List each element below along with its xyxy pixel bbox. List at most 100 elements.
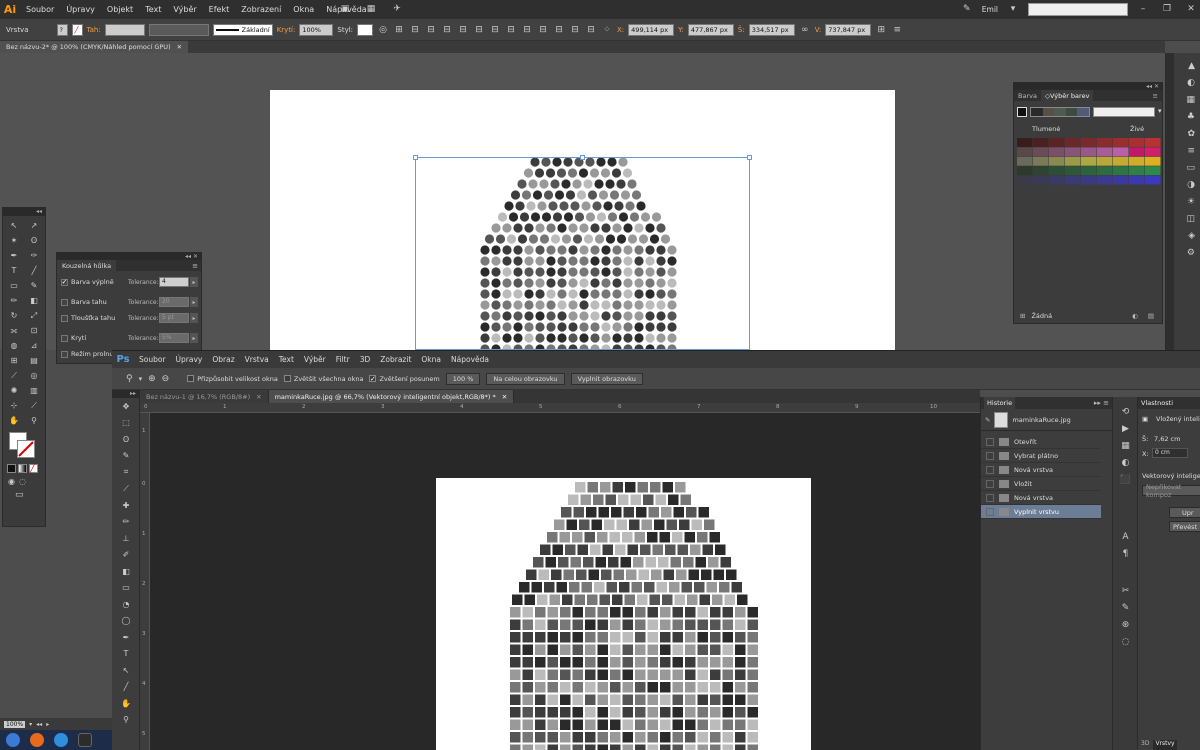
curvature-tool-icon[interactable]: ✑ bbox=[24, 248, 44, 263]
history-source-box[interactable] bbox=[986, 507, 994, 516]
color-variation-swatch[interactable] bbox=[1033, 147, 1049, 157]
selection-handle[interactable] bbox=[580, 155, 585, 160]
direct-selection-tool-icon[interactable]: ↗ bbox=[24, 218, 44, 233]
ps-menu-vyber[interactable]: Výběr bbox=[299, 355, 331, 364]
panel-collapse-icon[interactable]: ◂◂ ✕ bbox=[1014, 83, 1162, 90]
eyedropper-tool-icon[interactable]: ⟋ bbox=[4, 368, 24, 383]
color-variation-swatch[interactable] bbox=[1017, 175, 1033, 185]
scrubby-zoom-checkbox[interactable]: ✓ Zvětšení posunem bbox=[369, 375, 440, 383]
ps-menu-upravy[interactable]: Úpravy bbox=[171, 355, 208, 364]
color-variation-swatch[interactable] bbox=[1097, 156, 1113, 166]
panel-collapse-icon[interactable]: ◂◂ ✕ bbox=[57, 253, 201, 260]
color-variation-swatch[interactable] bbox=[1145, 175, 1161, 185]
width-field[interactable]: 334,517 px bbox=[748, 23, 795, 36]
ps-menu-okna[interactable]: Okna bbox=[416, 355, 446, 364]
ai-menu-efekt[interactable]: Efekt bbox=[203, 5, 236, 14]
color-variation-swatch[interactable] bbox=[1033, 156, 1049, 166]
color-variation-swatch[interactable] bbox=[1033, 175, 1049, 185]
gradient-tool-icon[interactable]: ▭ bbox=[112, 580, 140, 597]
color-variation-swatch[interactable] bbox=[1129, 175, 1145, 185]
mw-opacity-tolerance-input[interactable]: 5% bbox=[159, 333, 189, 343]
draw-behind-icon[interactable]: ◌ bbox=[19, 477, 26, 486]
stroke-swatch[interactable] bbox=[17, 440, 35, 458]
variable-width-field[interactable] bbox=[148, 23, 209, 36]
zoom-tool-icon[interactable]: ⚲ bbox=[24, 413, 44, 428]
shape-builder-tool-icon[interactable]: ◍ bbox=[4, 338, 24, 353]
ai-menu-vyber[interactable]: Výběr bbox=[167, 5, 202, 14]
link-proportions-icon[interactable]: ∞ bbox=[799, 24, 811, 36]
color-variation-swatch[interactable] bbox=[1065, 175, 1081, 185]
dodge-tool-icon[interactable]: ◯ bbox=[112, 613, 140, 630]
history-item[interactable]: Nová vrstva bbox=[981, 491, 1101, 505]
harmony-rule-dropdown[interactable] bbox=[1093, 107, 1155, 117]
fit-screen-button[interactable]: Na celou obrazovku bbox=[486, 372, 565, 385]
tab-history[interactable]: Historie bbox=[984, 397, 1016, 409]
history-source-box[interactable] bbox=[986, 437, 994, 446]
pen-tool-icon[interactable]: ✒ bbox=[4, 248, 24, 263]
firefox-icon[interactable] bbox=[30, 733, 44, 747]
distribute-icon[interactable]: ⊟ bbox=[585, 24, 597, 36]
lasso-tool-icon[interactable]: ʘ bbox=[112, 431, 140, 448]
blur-tool-icon[interactable]: ◔ bbox=[112, 596, 140, 613]
mw-opacity-checkbox[interactable] bbox=[61, 334, 68, 342]
styles-icon[interactable]: ⬛ bbox=[1113, 471, 1138, 488]
artboard-tool-icon[interactable]: ⊹ bbox=[4, 398, 24, 413]
history-snapshot[interactable]: ✎ maminkaRuce.jpg bbox=[981, 409, 1113, 431]
color-variation-swatch[interactable] bbox=[1081, 166, 1097, 176]
align-bottom-icon[interactable]: ⊟ bbox=[489, 24, 501, 36]
embed-button[interactable]: Nepřikovat kompoz bbox=[1142, 483, 1200, 499]
fill-swatch[interactable]: ? bbox=[56, 23, 68, 36]
history-source-box[interactable] bbox=[986, 465, 994, 474]
ps-doc-tab-1[interactable]: Bez názvu-1 @ 16,7% (RGB/8#) ✕ bbox=[140, 390, 269, 403]
zoom-level[interactable]: 100% bbox=[4, 720, 26, 728]
line-tool-icon[interactable]: ╱ bbox=[24, 263, 44, 278]
history-source-box[interactable] bbox=[986, 479, 994, 488]
hand-tool-icon[interactable]: ✋ bbox=[4, 413, 24, 428]
color-variation-swatch[interactable] bbox=[1129, 138, 1145, 147]
color-variation-swatch[interactable] bbox=[1145, 166, 1161, 176]
clone-source-icon[interactable]: ⊛ bbox=[1113, 616, 1138, 633]
tab-color[interactable]: Barva bbox=[1014, 90, 1041, 101]
color-variation-swatch[interactable] bbox=[1113, 175, 1129, 185]
eraser-tool-icon[interactable]: ◧ bbox=[112, 563, 140, 580]
height-field[interactable]: 737,847 px bbox=[825, 23, 872, 36]
panel-menu-icon[interactable]: ▸▸ ≡ bbox=[1094, 399, 1109, 407]
color-variation-swatch[interactable] bbox=[1129, 156, 1145, 166]
draw-mode-icon[interactable]: ◉ bbox=[8, 477, 15, 486]
arrange-documents-icon[interactable]: ▦ bbox=[362, 2, 380, 16]
rectangle-tool-icon[interactable]: ▭ bbox=[4, 278, 24, 293]
zoom-out-icon[interactable]: ⊖ bbox=[162, 374, 170, 384]
color-variation-swatch[interactable] bbox=[1097, 138, 1113, 147]
rotate-tool-icon[interactable]: ↻ bbox=[4, 308, 24, 323]
zoom-tool-icon[interactable]: ⚲ bbox=[126, 374, 133, 384]
recolor-icon[interactable]: ◎ bbox=[377, 24, 389, 36]
none-mode-icon[interactable]: ╱ bbox=[29, 464, 38, 473]
edit-colors-icon[interactable]: ◐ bbox=[1132, 312, 1138, 320]
magic-wand-tool-icon[interactable]: ✶ bbox=[4, 233, 24, 248]
marquee-tool-icon[interactable]: ⬚ bbox=[112, 415, 140, 432]
ps-menu-3d[interactable]: 3D bbox=[355, 355, 376, 364]
ai-menu-soubor[interactable]: Soubor bbox=[20, 5, 60, 14]
type-tool-icon[interactable]: T bbox=[4, 263, 24, 278]
chevron-down-icon[interactable]: ▾ bbox=[1158, 107, 1165, 117]
fill-screen-button[interactable]: Vyplnit obrazovku bbox=[570, 372, 643, 385]
ps-pixel-squares[interactable] bbox=[500, 478, 770, 750]
transform-icon[interactable]: ⊞ bbox=[393, 24, 405, 36]
panel-menu-icon[interactable]: ≡ bbox=[891, 24, 903, 36]
workspace-icon[interactable]: ✎ bbox=[958, 2, 976, 16]
history-item[interactable]: Nová vrstva bbox=[981, 463, 1101, 477]
quick-selection-tool-icon[interactable]: ✎ bbox=[112, 448, 140, 465]
align-right-icon[interactable]: ⊟ bbox=[441, 24, 453, 36]
ps-menu-soubor[interactable]: Soubor bbox=[134, 355, 171, 364]
workspace-name[interactable]: Emil bbox=[982, 5, 998, 14]
internet-explorer-icon[interactable] bbox=[54, 733, 68, 747]
mw-stroke-tolerance-arrow[interactable]: ▸ bbox=[190, 297, 198, 307]
align-left-icon[interactable]: ⊟ bbox=[409, 24, 421, 36]
selection-tool-icon[interactable]: ↖ bbox=[4, 218, 24, 233]
mw-fill-checkbox[interactable]: ✓ bbox=[61, 278, 68, 286]
zoom-all-checkbox[interactable]: Zvětšit všechna okna bbox=[283, 375, 363, 383]
history-source-box[interactable] bbox=[986, 451, 994, 460]
selection-handle[interactable] bbox=[413, 155, 418, 160]
paragraph-icon[interactable]: ¶ bbox=[1113, 545, 1138, 562]
color-variation-swatch[interactable] bbox=[1145, 156, 1161, 166]
